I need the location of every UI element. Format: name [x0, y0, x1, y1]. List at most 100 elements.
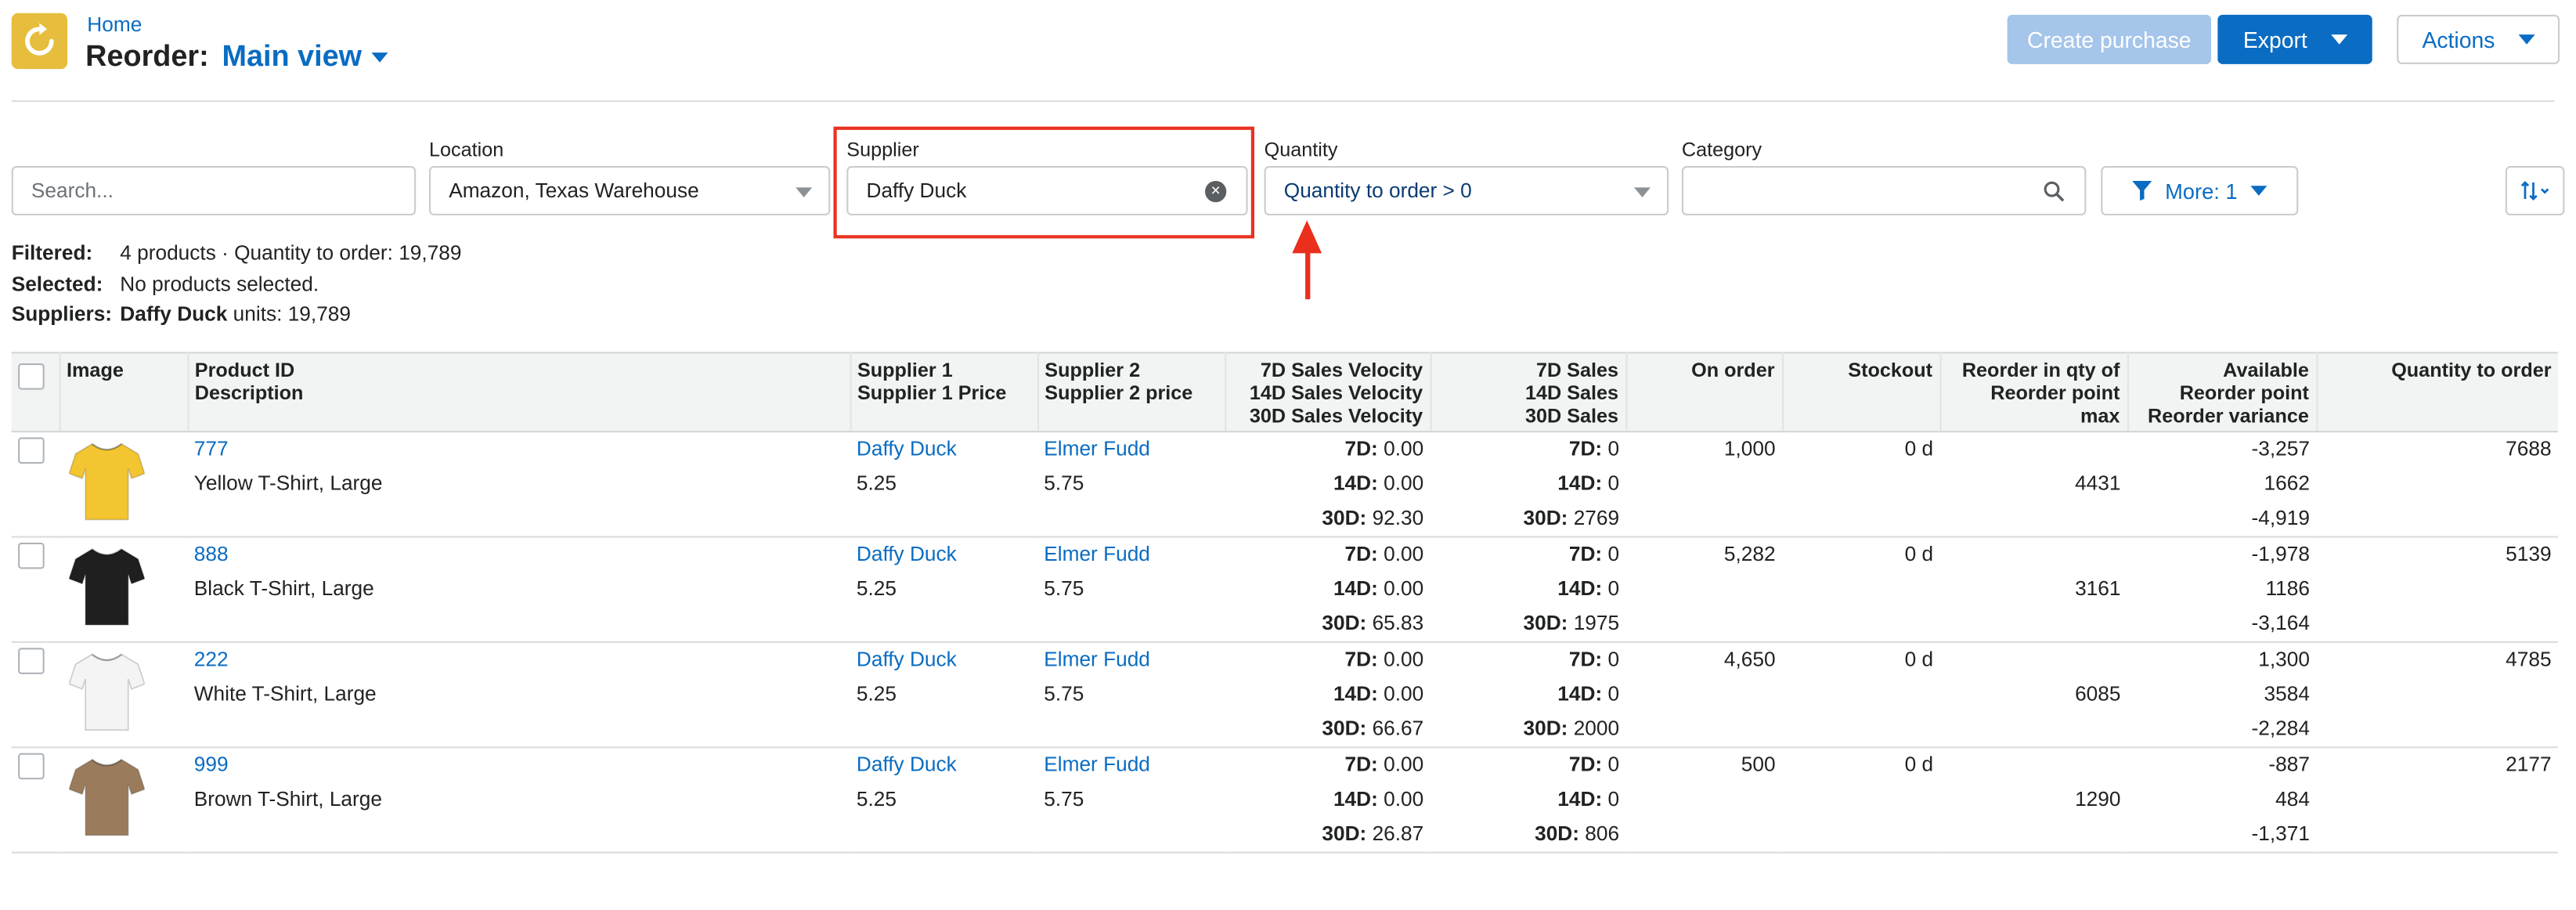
velocity-30d: 30D: 65.83: [1322, 612, 1424, 635]
supplier2-link[interactable]: Elmer Fudd: [1044, 538, 1218, 572]
supplier-select[interactable]: Daffy Duck ×: [846, 166, 1248, 216]
reorder-point-value: 1186: [2265, 576, 2310, 601]
header-reorder[interactable]: Reorder in qty of Reorder point max: [1939, 352, 2128, 433]
chevron-down-icon: [2517, 34, 2535, 45]
supplier1-link[interactable]: Daffy Duck: [857, 432, 1031, 467]
available-value: 1,300: [2258, 648, 2310, 671]
create-purchase-button[interactable]: Create purchase: [2007, 14, 2211, 64]
location-label: Location: [428, 138, 504, 161]
chevron-down-icon: [2250, 186, 2268, 196]
header-product[interactable]: Product ID Description: [187, 352, 851, 433]
header-vel30: 30D Sales Velocity: [1249, 404, 1423, 428]
header-supplier1-name: Supplier 1: [857, 358, 953, 382]
row-checkbox[interactable]: [18, 648, 45, 674]
header-supplier2[interactable]: Supplier 2 Supplier 2 price: [1037, 352, 1226, 433]
supplier1-link[interactable]: Daffy Duck: [857, 538, 1031, 572]
export-button[interactable]: Export: [2217, 14, 2372, 64]
product-id-link[interactable]: 777: [194, 432, 843, 467]
qty-to-order-cell: 2177: [2316, 747, 2558, 854]
image-cell: [59, 641, 188, 749]
supplier1-price: 5.25: [856, 787, 897, 811]
suppliers-key: Suppliers:: [11, 302, 113, 326]
header-sales30: 30D Sales: [1524, 404, 1619, 428]
sort-button[interactable]: [2505, 166, 2565, 216]
row-select-cell: [11, 747, 60, 854]
select-all-checkbox[interactable]: [18, 363, 45, 390]
row-checkbox[interactable]: [18, 542, 45, 569]
header-on-order[interactable]: On order: [1625, 352, 1784, 433]
header-sales7: 7D Sales: [1535, 358, 1619, 382]
row-select-cell: [11, 641, 60, 749]
reorder-max-value: 1290: [2075, 787, 2121, 811]
header-supplier2-price: Supplier 2 price: [1044, 381, 1193, 405]
available-cell: 1,300 3584 -2,284: [2127, 641, 2317, 749]
product-id-link[interactable]: 222: [194, 643, 843, 677]
table-row[interactable]: 999 Brown T-Shirt, Large Daffy Duck 5.25…: [11, 747, 2558, 854]
available-value: -1,978: [2251, 542, 2310, 566]
location-select[interactable]: Amazon, Texas Warehouse: [428, 166, 831, 216]
supplier1-link[interactable]: Daffy Duck: [857, 643, 1031, 677]
available-value: -3,257: [2251, 437, 2310, 460]
stockout-value: 0 d: [1904, 753, 1934, 777]
velocity-cell: 7D: 0.00 14D: 0.00 30D: 26.87: [1225, 747, 1431, 854]
category-input[interactable]: [1681, 166, 2087, 216]
header-reorder-max: Reorder point max: [1990, 381, 2120, 428]
row-checkbox[interactable]: [18, 753, 45, 780]
product-cell: 888 Black T-Shirt, Large: [187, 536, 850, 643]
header-supplier1[interactable]: Supplier 1 Supplier 1 Price: [850, 352, 1038, 433]
sales-14d: 14D: 0: [1557, 787, 1620, 811]
header-velocity[interactable]: 7D Sales Velocity 14D Sales Velocity 30D…: [1225, 352, 1431, 433]
header-available[interactable]: Available Reorder point Reorder variance: [2127, 352, 2318, 433]
supplier2-link[interactable]: Elmer Fudd: [1044, 748, 1218, 782]
on-order-value: 1,000: [1723, 437, 1776, 460]
clear-icon[interactable]: ×: [1205, 180, 1227, 203]
sales-cell: 7D: 0 14D: 0 30D: 2769: [1430, 432, 1626, 538]
reorder-qty-value: [1946, 748, 2121, 782]
product-id-link[interactable]: 999: [194, 748, 843, 782]
table-row[interactable]: 222 White T-Shirt, Large Daffy Duck 5.25…: [11, 641, 2558, 749]
actions-button[interactable]: Actions: [2397, 14, 2560, 64]
supplier2-link[interactable]: Elmer Fudd: [1044, 432, 1218, 467]
velocity-30d: 30D: 66.67: [1322, 717, 1424, 740]
app-logo[interactable]: [11, 13, 68, 70]
refresh-icon: [25, 23, 54, 56]
header-qty-to-order[interactable]: Quantity to order: [2316, 352, 2558, 433]
view-selector[interactable]: Main view: [222, 39, 388, 74]
header-stockout[interactable]: Stockout: [1781, 352, 1941, 433]
product-description: Black T-Shirt, Large: [193, 576, 374, 601]
qty-to-order-value: 7688: [2506, 437, 2552, 460]
product-id-link[interactable]: 888: [194, 538, 843, 572]
search-input[interactable]: Search...: [11, 166, 417, 216]
row-checkbox[interactable]: [18, 437, 45, 464]
sales-cell: 7D: 0 14D: 0 30D: 2000: [1430, 641, 1626, 749]
qty-to-order-cell: 4785: [2316, 641, 2558, 749]
more-filters-button[interactable]: More: 1: [2101, 166, 2299, 216]
header-sales[interactable]: 7D Sales 14D Sales 30D Sales: [1430, 352, 1627, 433]
breadcrumb-home[interactable]: Home: [87, 13, 142, 36]
table-row[interactable]: 888 Black T-Shirt, Large Daffy Duck 5.25…: [11, 536, 2558, 643]
stockout-value: 0 d: [1904, 648, 1934, 671]
header-reorder-point: Reorder point: [2179, 381, 2309, 405]
supplier2-link[interactable]: Elmer Fudd: [1044, 643, 1218, 677]
header-sales14: 14D Sales: [1524, 381, 1619, 405]
table-row[interactable]: 777 Yellow T-Shirt, Large Daffy Duck 5.2…: [11, 432, 2558, 538]
supplier1-link[interactable]: Daffy Duck: [857, 748, 1031, 782]
qty-to-order-cell: 5139: [2316, 536, 2558, 643]
supplier2-cell: Elmer Fudd 5.75: [1037, 432, 1225, 538]
quantity-select[interactable]: Quantity to order > 0: [1264, 166, 1669, 216]
sales-30d: 30D: 2000: [1523, 717, 1620, 740]
sales-7d: 7D: 0: [1568, 753, 1620, 777]
actions-label: Actions: [2422, 27, 2495, 52]
available-cell: -1,978 1186 -3,164: [2127, 536, 2317, 643]
reorder-variance-value: -4,919: [2251, 506, 2310, 530]
products-table: Image Product ID Description Supplier 1 …: [11, 352, 2558, 854]
reorder-cell: 6085: [1939, 641, 2127, 749]
reorder-qty-value: [1946, 643, 2121, 677]
search-placeholder: Search...: [31, 179, 114, 203]
on-order-value: 4,650: [1723, 648, 1776, 671]
supplier-label: Supplier: [846, 138, 919, 161]
supplier1-cell: Daffy Duck 5.25: [850, 432, 1037, 538]
suppliers-summary: Suppliers: Daffy Duck units: 19,789: [12, 299, 462, 330]
stockout-value: 0 d: [1904, 542, 1934, 566]
stockout-cell: 0 d: [1781, 432, 1940, 538]
